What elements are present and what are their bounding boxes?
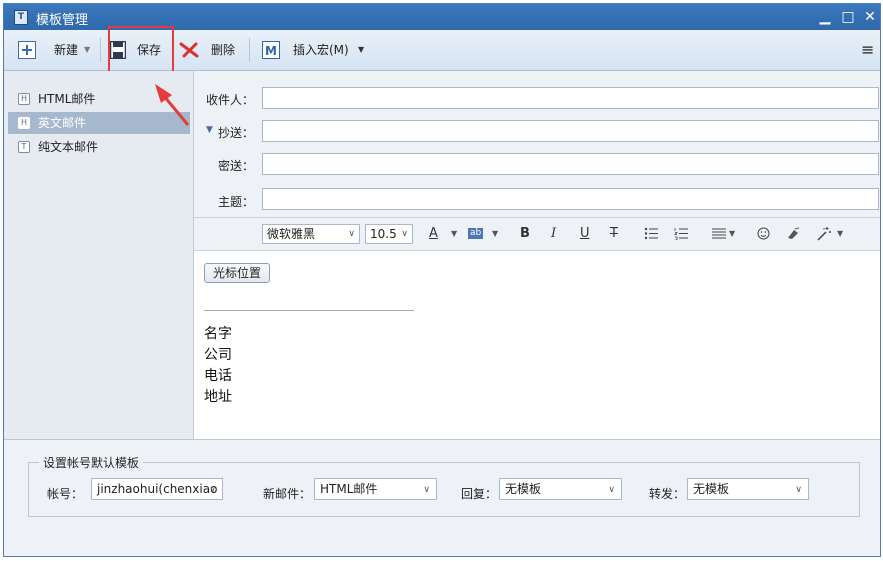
delete-label: 删除: [211, 43, 236, 57]
bg-color-button[interactable]: ab: [468, 228, 484, 239]
emoji-icon[interactable]: [757, 227, 770, 240]
chevron-down-icon[interactable]: ▼: [729, 226, 735, 242]
subject-label: 主题：: [217, 195, 254, 209]
chevron-down-icon[interactable]: ▼: [451, 226, 457, 242]
new-label: 新建: [54, 43, 79, 57]
chevron-down-icon: ∨: [608, 485, 615, 495]
align-icon[interactable]: [712, 228, 726, 239]
plus-icon: [18, 41, 36, 59]
svg-text:M: M: [265, 44, 277, 58]
template-item-plaintext[interactable]: T 纯文本邮件: [8, 136, 190, 158]
signature-name: 名字: [204, 326, 232, 342]
font-color-button[interactable]: A: [429, 226, 438, 242]
signature-divider: [204, 310, 414, 311]
signature-company: 公司: [204, 347, 232, 363]
group-legend: 设置帐号默认模板: [39, 454, 144, 471]
cursor-position-button[interactable]: 光标位置: [204, 263, 270, 283]
new-mail-template-select[interactable]: HTML邮件 ∨: [314, 478, 437, 500]
mail-header-fields: 收件人： ▼ 抄送： 密送： 主题：: [194, 71, 880, 218]
menu-icon[interactable]: ≡: [861, 40, 874, 60]
bcc-label: 密送：: [217, 159, 254, 173]
italic-button[interactable]: I: [551, 226, 556, 242]
magic-wand-icon[interactable]: [816, 226, 832, 241]
reply-template-value: 无模板: [505, 482, 542, 496]
template-label: 英文邮件: [38, 116, 87, 130]
window-title: 模板管理: [36, 13, 89, 28]
account-select[interactable]: jinzhaohui(chenxiao ∨: [91, 478, 223, 500]
maximize-button[interactable]: □: [839, 8, 857, 26]
to-label: 收件人：: [205, 93, 254, 107]
font-size-select[interactable]: 10.5 ∨: [365, 224, 413, 244]
default-template-group: 设置帐号默认模板 帐号： jinzhaohui(chenxiao ∨ 新邮件： …: [28, 454, 860, 517]
template-item-english[interactable]: H 英文邮件: [8, 112, 190, 134]
subject-field[interactable]: [262, 188, 879, 210]
font-size-value: 10.5: [370, 227, 397, 241]
new-mail-template-value: HTML邮件: [320, 482, 378, 496]
template-list: H HTML邮件 H 英文邮件 T 纯文本邮件: [4, 71, 194, 439]
app-icon: T: [14, 10, 28, 25]
insert-macro-button[interactable]: M 插入宏(M) ▼: [262, 40, 372, 60]
text-template-icon: T: [18, 141, 30, 153]
template-manager-window: T 模板管理 ▁ □ ✕ 新建 ▼ 保存 删除 M 插入宏(M) ▼ ≡ H H…: [3, 3, 881, 557]
font-family-value: 微软雅黑: [267, 227, 316, 241]
signature-phone: 电话: [204, 368, 232, 384]
toolbar-separator: [100, 38, 101, 62]
html-template-icon: H: [18, 93, 30, 105]
cc-label: 抄送：: [217, 126, 254, 140]
toolbar-separator: [249, 38, 250, 62]
numbered-list-icon[interactable]: [674, 227, 688, 240]
clear-format-icon[interactable]: [786, 227, 800, 240]
template-label: 纯文本邮件: [38, 140, 99, 154]
underline-button[interactable]: U: [580, 226, 590, 242]
chevron-down-icon[interactable]: ▼: [837, 226, 843, 242]
html-template-icon: H: [18, 117, 30, 129]
signature-address: 地址: [204, 389, 232, 405]
template-body-editor[interactable]: 光标位置 名字 公司 电话 地址: [194, 251, 880, 439]
strikethrough-button[interactable]: T: [610, 226, 618, 242]
delete-icon: [179, 42, 199, 58]
chevron-down-icon: ∨: [401, 229, 408, 239]
chevron-down-icon: ▼: [84, 45, 91, 54]
template-item-html[interactable]: H HTML邮件: [8, 88, 190, 110]
format-toolbar: 微软雅黑 ∨ 10.5 ∨ A ▼ ab ▼ B I U T ▼ ▼: [194, 218, 880, 251]
bold-button[interactable]: B: [520, 226, 530, 242]
close-button[interactable]: ✕: [861, 8, 879, 26]
forward-template-value: 无模板: [693, 482, 730, 496]
bullet-list-icon[interactable]: [644, 227, 658, 240]
insert-macro-label: 插入宏(M): [293, 43, 349, 57]
default-template-settings: 设置帐号默认模板 帐号： jinzhaohui(chenxiao ∨ 新邮件： …: [4, 439, 880, 556]
chevron-down-icon: ▼: [358, 45, 365, 54]
new-mail-label: 新邮件：: [263, 487, 312, 501]
chevron-down-icon: ∨: [795, 485, 802, 495]
chevron-down-icon[interactable]: ▼: [492, 226, 498, 242]
account-value: jinzhaohui(chenxiao: [97, 482, 218, 496]
account-label: 帐号：: [47, 487, 84, 501]
minimize-button[interactable]: ▁: [816, 8, 834, 26]
save-highlight-box: [108, 26, 174, 74]
to-field[interactable]: [262, 87, 879, 109]
forward-template-select[interactable]: 无模板 ∨: [687, 478, 809, 500]
reply-template-select[interactable]: 无模板 ∨: [499, 478, 622, 500]
chevron-down-icon: ∨: [348, 229, 355, 239]
chevron-down-icon: ∨: [423, 485, 430, 495]
template-label: HTML邮件: [38, 92, 96, 106]
new-button[interactable]: 新建 ▼: [18, 40, 98, 60]
template-editor: 收件人： ▼ 抄送： 密送： 主题： 微软雅黑 ∨ 10.5 ∨ A ▼ ab …: [194, 71, 880, 439]
reply-label: 回复：: [461, 487, 498, 501]
cc-field[interactable]: [262, 120, 879, 142]
forward-label: 转发：: [649, 487, 686, 501]
font-family-select[interactable]: 微软雅黑 ∨: [262, 224, 360, 244]
bcc-field[interactable]: [262, 153, 879, 175]
chevron-down-icon: ∨: [209, 485, 216, 495]
macro-icon: M: [262, 41, 280, 59]
delete-button[interactable]: 删除: [179, 40, 239, 60]
